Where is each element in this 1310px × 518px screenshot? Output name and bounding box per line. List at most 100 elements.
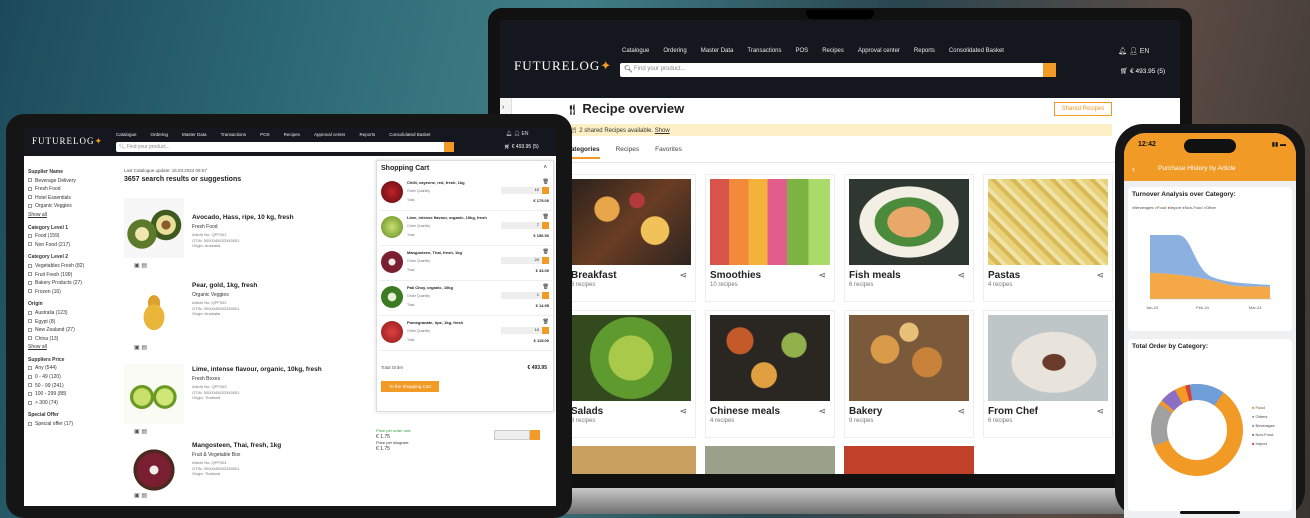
filter-option[interactable]: Food (159)	[28, 232, 114, 241]
share-icon[interactable]: ⋖	[1096, 406, 1104, 417]
bell-icon[interactable]: 🔔︎	[1118, 48, 1127, 55]
compare-icon[interactable]: ▣	[134, 345, 140, 351]
category-card-salads[interactable]: Salads 8 recipes ⋖	[566, 310, 696, 438]
filter-option[interactable]: Hotel Essentials	[28, 194, 114, 203]
share-icon[interactable]: ⋖	[957, 406, 965, 417]
quantity-input[interactable]	[494, 430, 530, 440]
share-icon[interactable]: ⋖	[818, 406, 826, 417]
menu-catalogue[interactable]: Catalogue	[622, 48, 649, 54]
compare-icon[interactable]: ▣	[134, 493, 140, 499]
menu-consolidated-basket[interactable]: Consolidated Basket	[949, 48, 1004, 54]
trash-icon[interactable]: 🗑︎	[543, 249, 549, 255]
compare-icon[interactable]: ▣	[134, 263, 140, 269]
search-go-button[interactable]	[1043, 63, 1056, 77]
filter-option[interactable]: Vegetables Fresh (82)	[28, 262, 114, 271]
category-card-breakfast[interactable]: Breakfast 6 recipes ⋖	[566, 174, 696, 302]
tab-recipes[interactable]: Recipes	[616, 146, 639, 153]
update-quantity-button[interactable]	[542, 187, 549, 194]
product-row[interactable]: Avocado, Hass, ripe, 10 kg, fresh Fresh …	[124, 198, 324, 278]
product-row[interactable]: Lime, intense flavour, organic, 10kg, fr…	[124, 364, 324, 428]
share-icon[interactable]: ⋖	[679, 270, 687, 281]
chevron-right-icon[interactable]: ›	[502, 104, 504, 111]
filter-option[interactable]: New Zealand (27)	[28, 326, 114, 335]
menu-catalogue[interactable]: Catalogue	[116, 132, 137, 137]
filter-option[interactable]: Bakery Products (27)	[28, 279, 114, 288]
quantity-input[interactable]: 1	[501, 292, 541, 299]
quantity-input[interactable]: 20	[501, 257, 541, 264]
filter-option[interactable]: Organic Veggies	[28, 202, 114, 211]
trash-icon[interactable]: 🗑︎	[543, 214, 549, 220]
product-row[interactable]: Pear, gold, 1kg, fresh Organic Veggies A…	[124, 280, 324, 360]
show-all-link[interactable]: Show all	[28, 343, 114, 352]
category-card-pastas[interactable]: Pastas 4 recipes ⋖	[983, 174, 1113, 302]
quantity-input[interactable]: 7	[501, 222, 541, 229]
update-quantity-button[interactable]	[542, 257, 549, 264]
filter-option[interactable]: > 300 (74)	[28, 399, 114, 408]
banner-show-link[interactable]: Show	[655, 128, 670, 134]
filter-option[interactable]: Beverage Delivery	[28, 177, 114, 186]
laptop-search-input[interactable]: 🔍︎ Find your product...	[620, 63, 1056, 77]
menu-consolidated-basket[interactable]: Consolidated Basket	[389, 132, 430, 137]
menu-master-data[interactable]: Master Data	[701, 48, 734, 54]
language-select[interactable]: EN	[1140, 48, 1150, 55]
filter-option[interactable]: Fruit Fresh (199)	[28, 271, 114, 280]
filter-option[interactable]: 100 - 299 (88)	[28, 390, 114, 399]
user-icon[interactable]: 👤︎	[514, 131, 520, 137]
product-name[interactable]: Mangosteen, Thai, fresh, 1kg	[192, 442, 281, 449]
quantity-input[interactable]: 10	[501, 327, 541, 334]
list-icon[interactable]: ▤	[141, 263, 147, 269]
list-icon[interactable]: ▤	[141, 429, 147, 435]
chevron-up-icon[interactable]: ˄	[543, 165, 547, 171]
tablet-search-input[interactable]: 🔍︎ Find your product...	[116, 142, 454, 152]
menu-pos[interactable]: POS	[796, 48, 809, 54]
shared-recipes-button[interactable]: Shared Recipes	[1054, 102, 1112, 116]
bell-icon[interactable]: 🔔︎	[506, 131, 512, 137]
back-arrow-icon[interactable]: ‹	[1132, 164, 1135, 174]
menu-pos[interactable]: POS	[260, 132, 270, 137]
trash-icon[interactable]: 🗑︎	[543, 319, 549, 325]
menu-recipes[interactable]: Recipes	[822, 48, 844, 54]
share-icon[interactable]: ⋖	[818, 270, 826, 281]
quantity-input[interactable]: 10	[501, 187, 541, 194]
add-to-cart-button[interactable]	[530, 430, 540, 440]
trash-icon[interactable]: 🗑︎	[543, 179, 549, 185]
menu-approval-center[interactable]: Approval center	[858, 48, 900, 54]
filter-option[interactable]: China (13)	[28, 335, 114, 344]
filter-option[interactable]: Non Food (217)	[28, 241, 114, 250]
basket-total[interactable]: 🛒︎ € 493.95 (5)	[1120, 67, 1165, 75]
menu-transactions[interactable]: Transactions	[747, 48, 781, 54]
menu-transactions[interactable]: Transactions	[221, 132, 247, 137]
basket-total[interactable]: 🛒︎ € 493.95 (5)	[504, 144, 539, 150]
filter-option[interactable]: Australia (123)	[28, 309, 114, 318]
show-all-link[interactable]: Show all	[28, 211, 114, 220]
menu-master-data[interactable]: Master Data	[182, 132, 207, 137]
category-card-fish-meals[interactable]: Fish meals 6 recipes ⋖	[844, 174, 974, 302]
category-card-from-chef[interactable]: From Chef 6 recipes ⋖	[983, 310, 1113, 438]
share-icon[interactable]: ⋖	[1096, 270, 1104, 281]
tab-favorites[interactable]: Favorites	[655, 146, 682, 153]
user-icon[interactable]: 👤︎	[1129, 48, 1138, 55]
menu-reports[interactable]: Reports	[914, 48, 935, 54]
update-quantity-button[interactable]	[542, 327, 549, 334]
menu-reports[interactable]: Reports	[359, 132, 375, 137]
filter-option[interactable]: Frozen (16)	[28, 288, 114, 297]
product-name[interactable]: Pear, gold, 1kg, fresh	[192, 282, 257, 289]
category-card-bakery[interactable]: Bakery 9 recipes ⋖	[844, 310, 974, 438]
category-card-smoothies[interactable]: Smoothies 10 recipes ⋖	[705, 174, 835, 302]
share-icon[interactable]: ⋖	[957, 270, 965, 281]
category-card-chinese-meals[interactable]: Chinese meals 4 recipes ⋖	[705, 310, 835, 438]
list-icon[interactable]: ▤	[141, 345, 147, 351]
filter-option[interactable]: Egypt (8)	[28, 318, 114, 327]
menu-ordering[interactable]: Ordering	[151, 132, 169, 137]
filter-option[interactable]: Any (544)	[28, 364, 114, 373]
product-name[interactable]: Lime, intense flavour, organic, 10kg, fr…	[192, 366, 322, 373]
filter-option[interactable]: Special offer (17)	[28, 420, 114, 429]
to-cart-button[interactable]: To the Shopping Cart	[381, 381, 439, 392]
product-row[interactable]: Mangosteen, Thai, fresh, 1kg Fruit & Veg…	[124, 440, 324, 504]
search-go-button[interactable]	[444, 142, 454, 152]
menu-ordering[interactable]: Ordering	[663, 48, 686, 54]
update-quantity-button[interactable]	[542, 292, 549, 299]
menu-approval-center[interactable]: Approval center	[314, 132, 346, 137]
language-select[interactable]: EN	[522, 131, 529, 137]
update-quantity-button[interactable]	[542, 222, 549, 229]
